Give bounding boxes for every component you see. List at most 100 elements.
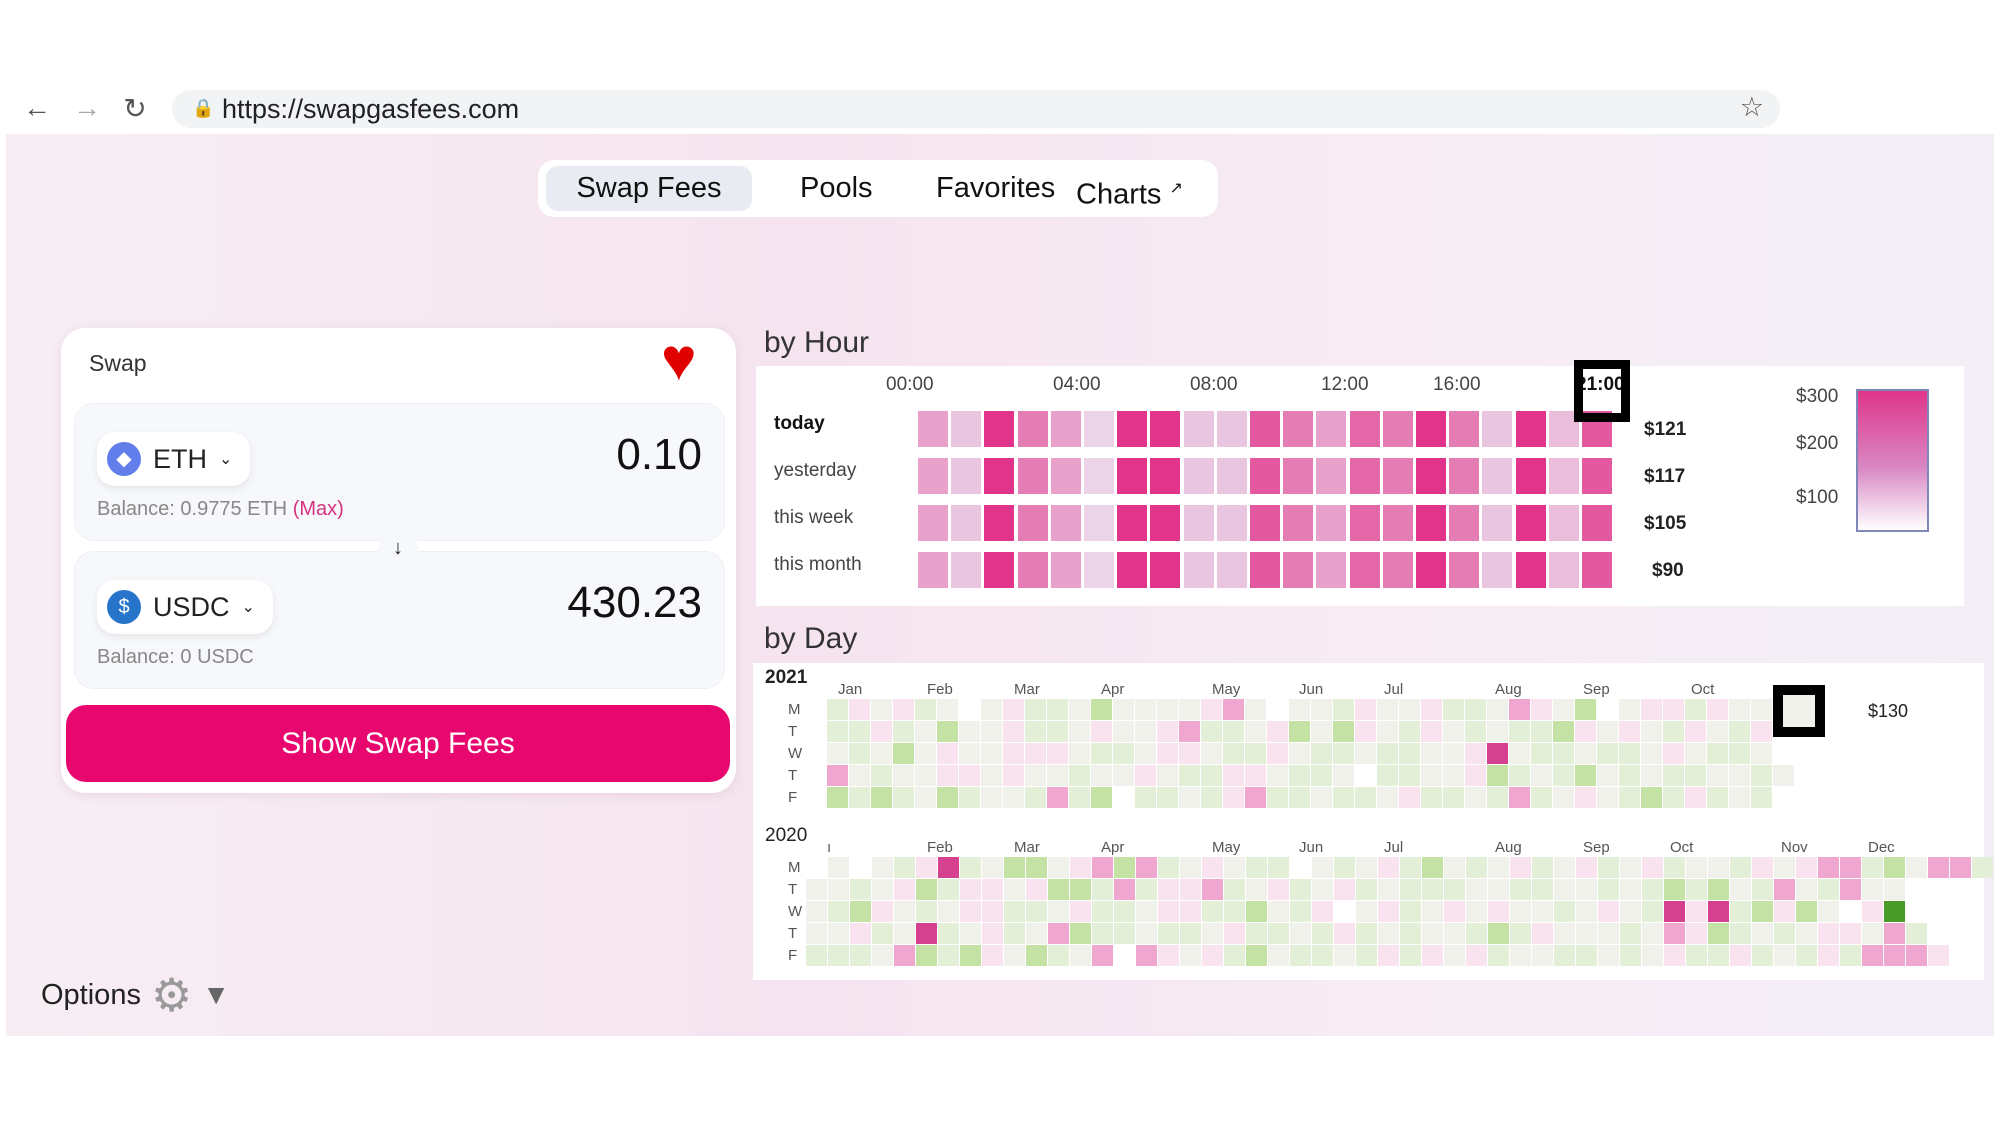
day-cell[interactable] bbox=[915, 721, 936, 742]
day-cell[interactable] bbox=[1004, 879, 1025, 900]
day-cell[interactable] bbox=[1378, 857, 1399, 878]
day-cell[interactable] bbox=[1378, 923, 1399, 944]
day-cell[interactable] bbox=[1157, 787, 1178, 808]
hour-cell[interactable] bbox=[918, 458, 948, 494]
day-cell[interactable] bbox=[1070, 923, 1091, 944]
swap-direction-icon[interactable]: ↓ bbox=[378, 528, 418, 568]
day-cell[interactable] bbox=[1641, 765, 1662, 786]
day-cell[interactable] bbox=[1070, 879, 1091, 900]
day-cell[interactable] bbox=[1796, 945, 1817, 966]
day-cell[interactable] bbox=[1642, 923, 1663, 944]
day-cell[interactable] bbox=[806, 945, 827, 966]
day-cell[interactable] bbox=[1509, 721, 1530, 742]
day-cell[interactable] bbox=[1157, 699, 1178, 720]
day-cell[interactable] bbox=[1004, 945, 1025, 966]
day-cell[interactable] bbox=[1730, 945, 1751, 966]
day-cell[interactable] bbox=[1532, 879, 1553, 900]
day-cell[interactable] bbox=[937, 787, 958, 808]
day-cell[interactable] bbox=[1333, 721, 1354, 742]
day-cell[interactable] bbox=[1774, 945, 1795, 966]
day-cell[interactable] bbox=[1092, 857, 1113, 878]
day-cell[interactable] bbox=[1312, 945, 1333, 966]
hour-cell[interactable] bbox=[1283, 458, 1314, 494]
day-cell[interactable] bbox=[916, 901, 937, 922]
day-cell[interactable] bbox=[982, 857, 1003, 878]
hour-cell[interactable] bbox=[1117, 505, 1148, 541]
day-cell[interactable] bbox=[849, 743, 870, 764]
day-cell[interactable] bbox=[1488, 857, 1509, 878]
day-cell[interactable] bbox=[1466, 879, 1487, 900]
day-cell[interactable] bbox=[1444, 945, 1465, 966]
day-cell[interactable] bbox=[1862, 923, 1883, 944]
day-cell[interactable] bbox=[1091, 743, 1112, 764]
hour-cell[interactable] bbox=[984, 458, 1015, 494]
day-cell[interactable] bbox=[1553, 743, 1574, 764]
day-cell[interactable] bbox=[1202, 923, 1223, 944]
day-cell[interactable] bbox=[1663, 743, 1684, 764]
day-cell[interactable] bbox=[1729, 699, 1750, 720]
day-cell[interactable] bbox=[1597, 765, 1618, 786]
day-cell[interactable] bbox=[1070, 901, 1091, 922]
day-cell[interactable] bbox=[937, 721, 958, 742]
day-cell[interactable] bbox=[960, 923, 981, 944]
day-cell[interactable] bbox=[872, 879, 893, 900]
day-cell[interactable] bbox=[894, 923, 915, 944]
day-cell[interactable] bbox=[937, 699, 958, 720]
day-cell[interactable] bbox=[1862, 879, 1883, 900]
day-cell[interactable] bbox=[960, 945, 981, 966]
day-cell[interactable] bbox=[850, 879, 871, 900]
day-cell[interactable] bbox=[1729, 787, 1750, 808]
hour-cell[interactable] bbox=[1582, 505, 1612, 541]
day-cell[interactable] bbox=[1400, 901, 1421, 922]
day-cell[interactable] bbox=[1267, 699, 1288, 720]
day-cell[interactable] bbox=[1708, 945, 1729, 966]
day-cell[interactable] bbox=[1818, 945, 1839, 966]
day-cell[interactable] bbox=[1707, 743, 1728, 764]
day-cell[interactable] bbox=[1267, 743, 1288, 764]
hour-cell[interactable] bbox=[1250, 458, 1280, 494]
day-cell[interactable] bbox=[982, 879, 1003, 900]
day-cell[interactable] bbox=[1399, 699, 1420, 720]
day-cell[interactable] bbox=[871, 699, 892, 720]
url-text[interactable]: https://swapgasfees.com bbox=[222, 94, 519, 125]
day-cell[interactable] bbox=[1202, 945, 1223, 966]
day-cell[interactable] bbox=[1026, 879, 1047, 900]
day-cell[interactable] bbox=[806, 923, 827, 944]
day-cell[interactable] bbox=[1554, 879, 1575, 900]
day-cell[interactable] bbox=[1026, 923, 1047, 944]
day-cell[interactable] bbox=[828, 857, 849, 878]
day-cell[interactable] bbox=[1224, 945, 1245, 966]
day-cell[interactable] bbox=[1487, 765, 1508, 786]
day-cell[interactable] bbox=[981, 721, 1002, 742]
day-cell[interactable] bbox=[1598, 901, 1619, 922]
day-cell[interactable] bbox=[1642, 945, 1663, 966]
day-cell[interactable] bbox=[1400, 879, 1421, 900]
day-cell[interactable] bbox=[937, 743, 958, 764]
day-cell[interactable] bbox=[1290, 901, 1311, 922]
hour-cell[interactable] bbox=[1283, 505, 1314, 541]
day-cell[interactable] bbox=[1202, 879, 1223, 900]
day-cell[interactable] bbox=[1136, 901, 1157, 922]
day-cell[interactable] bbox=[1135, 787, 1156, 808]
day-cell[interactable] bbox=[1246, 901, 1267, 922]
hour-cell[interactable] bbox=[1449, 552, 1480, 588]
day-cell[interactable] bbox=[1135, 721, 1156, 742]
day-cell[interactable] bbox=[1663, 787, 1684, 808]
day-cell[interactable] bbox=[1421, 787, 1442, 808]
hour-cell[interactable] bbox=[1216, 458, 1247, 494]
day-cell[interactable] bbox=[1399, 721, 1420, 742]
day-cell[interactable] bbox=[915, 699, 936, 720]
hour-cell[interactable] bbox=[1084, 552, 1114, 588]
day-cell[interactable] bbox=[1377, 743, 1398, 764]
from-token-select[interactable]: ◆ ETH ⌄ bbox=[97, 432, 251, 486]
day-cell[interactable] bbox=[1862, 857, 1883, 878]
day-cell[interactable] bbox=[1003, 699, 1024, 720]
day-cell[interactable] bbox=[1730, 923, 1751, 944]
day-cell[interactable] bbox=[1333, 765, 1354, 786]
tab-charts[interactable]: Charts ↗ bbox=[1060, 166, 1199, 211]
day-cell[interactable] bbox=[1289, 699, 1310, 720]
hour-cell[interactable] bbox=[1216, 505, 1247, 541]
day-cell[interactable] bbox=[1355, 765, 1376, 786]
hour-cell[interactable] bbox=[1250, 505, 1280, 541]
day-cell[interactable] bbox=[1642, 857, 1663, 878]
